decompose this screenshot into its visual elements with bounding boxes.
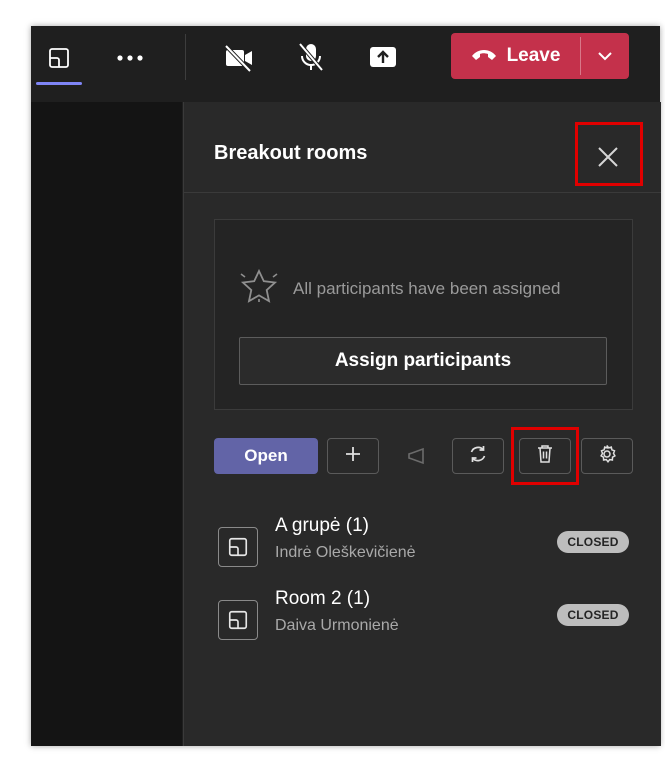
add-room-button[interactable] (327, 438, 379, 474)
status-badge: CLOSED (557, 604, 629, 626)
status-badge: CLOSED (557, 531, 629, 553)
room-row[interactable]: A grupė (1) Indrė Oleškevičienė CLOSED (214, 515, 633, 575)
more-icon[interactable] (113, 44, 147, 72)
delete-highlight-box (511, 427, 579, 485)
announcement-icon[interactable] (404, 438, 430, 474)
panel-title: Breakout rooms (214, 142, 368, 164)
leave-label: Leave (506, 45, 561, 66)
chevron-down-icon[interactable] (581, 33, 629, 79)
plus-icon (344, 445, 362, 468)
toolbar-divider (185, 34, 186, 80)
assign-card: All participants have been assigned Assi… (214, 219, 633, 410)
room-member: Indrė Oleškevičienė (275, 544, 416, 561)
room-name: Room 2 (1) (275, 588, 371, 609)
share-tray-icon[interactable] (45, 44, 73, 72)
share-icon[interactable] (367, 42, 399, 72)
star-icon (239, 268, 279, 309)
room-settings-button[interactable] (581, 438, 633, 474)
phone-hangup-icon (471, 45, 497, 67)
leave-button[interactable]: Leave (451, 33, 629, 79)
camera-off-icon[interactable] (221, 42, 257, 74)
close-highlight-box (575, 122, 643, 186)
gear-icon (597, 444, 617, 469)
active-tab-indicator (36, 82, 82, 85)
assigned-status: All participants have been assigned (239, 268, 560, 309)
open-rooms-button[interactable]: Open (214, 438, 318, 474)
room-row[interactable]: Room 2 (1) Daiva Urmonienė CLOSED (214, 588, 633, 648)
room-name: A grupė (1) (275, 515, 369, 536)
assigned-status-text: All participants have been assigned (293, 278, 561, 298)
meeting-stage (31, 102, 182, 746)
refresh-icon (468, 444, 488, 469)
meeting-controls-bar: Leave (31, 26, 660, 102)
room-member: Daiva Urmonienė (275, 617, 399, 634)
leave-button-main[interactable]: Leave (451, 33, 580, 79)
room-icon (218, 600, 258, 640)
mic-off-icon[interactable] (295, 40, 327, 74)
panel-header: Breakout rooms (184, 102, 661, 193)
breakout-rooms-panel: Breakout rooms All participants have bee… (183, 102, 661, 746)
recreate-rooms-button[interactable] (452, 438, 504, 474)
room-icon (218, 527, 258, 567)
teams-meeting-window: Leave Breakout rooms All participants ha… (31, 26, 661, 746)
assign-participants-button[interactable]: Assign participants (239, 337, 607, 385)
